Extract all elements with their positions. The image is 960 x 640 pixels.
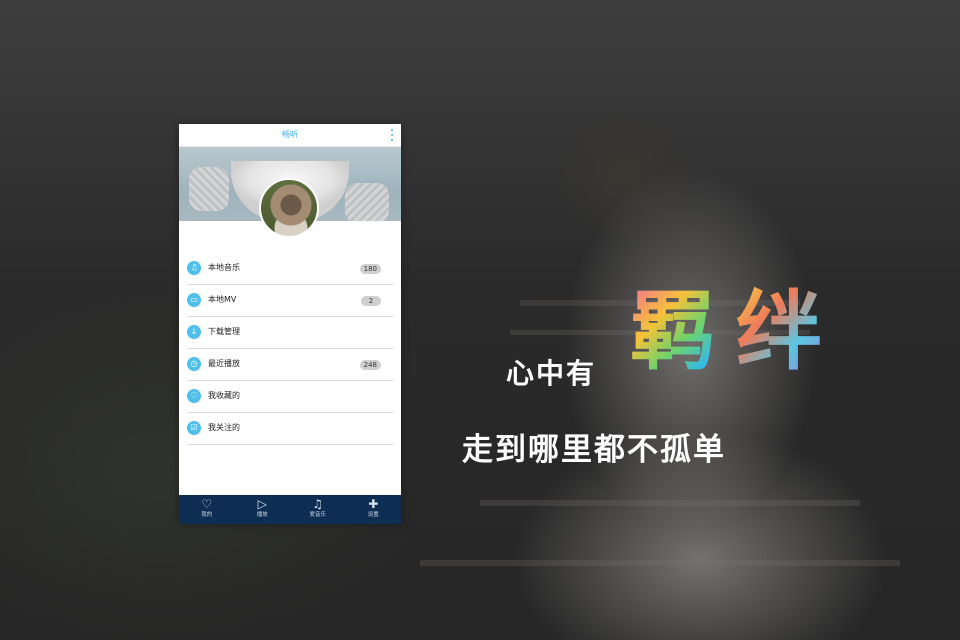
menu-item-label: 下载管理 [208, 327, 240, 336]
phone-screen: 畅听 ♫ 本地音乐 180 ▭ 本地MV 2 ↓ 下载管理 ◷ 最近播放 248 ♡ 我收藏的 ☑ 我关注的… [179, 124, 401, 524]
puzzle-icon: ✚ [368, 497, 379, 511]
blanket-stripe [420, 560, 900, 566]
tab-3[interactable]: ✚ 设置 [346, 495, 402, 524]
menu-item[interactable]: ♡ 我收藏的 [187, 382, 393, 413]
menu-item-label: 本地MV [208, 295, 237, 304]
checklist-icon: ☑ [187, 421, 201, 435]
count-badge: 248 [359, 360, 381, 370]
tab-label: 播放 [256, 512, 268, 518]
tab-2[interactable]: ♫ 爱音乐 [290, 495, 346, 524]
clock-icon: ◷ [187, 357, 201, 371]
menu-item[interactable]: ▭ 本地MV 2 [187, 286, 393, 317]
menu-item[interactable]: ↓ 下载管理 [187, 318, 393, 349]
video-icon: ▭ [187, 293, 201, 307]
menu-item-label: 最近播放 [208, 359, 240, 368]
slogan-line1: 心中有 [506, 357, 597, 390]
menu-item-label: 我关注的 [208, 423, 240, 432]
tab-label: 爱音乐 [309, 512, 326, 518]
play-icon: ▷ [257, 497, 267, 511]
count-badge: 180 [359, 264, 381, 274]
tab-0[interactable]: ♡ 我的 [179, 495, 235, 524]
slogan-art-glyph: 羁 [630, 281, 716, 382]
heart-outline-icon: ♡ [201, 497, 213, 511]
count-badge: 2 [361, 296, 381, 306]
banner-decor [189, 167, 229, 211]
slogan-art-glyph: 绊 [736, 281, 822, 382]
app-header: 畅听 [179, 124, 401, 147]
music-note-icon: ♫ [312, 497, 324, 511]
more-vertical-icon[interactable] [390, 129, 394, 141]
menu-list: ♫ 本地音乐 180 ▭ 本地MV 2 ↓ 下载管理 ◷ 最近播放 248 ♡ 我收藏的 ☑ 我关注的 [187, 254, 393, 446]
menu-item-label: 本地音乐 [208, 263, 240, 272]
slogan-art: 羁 绊 [630, 282, 840, 392]
tab-label: 设置 [367, 512, 379, 518]
bottom-tab-bar: ♡ 我的 ▷ 播放 ♫ 爱音乐 ✚ 设置 [179, 495, 401, 524]
slogan-line2: 走到哪里都不孤单 [462, 432, 726, 468]
banner-decor [345, 183, 389, 221]
download-icon: ↓ [187, 325, 201, 339]
menu-item[interactable]: ◷ 最近播放 248 [187, 350, 393, 381]
app-title: 畅听 [282, 130, 298, 139]
menu-item-label: 我收藏的 [208, 391, 240, 400]
heart-icon: ♡ [187, 389, 201, 403]
blanket-stripe [480, 500, 860, 506]
tab-label: 我的 [201, 512, 213, 518]
menu-item[interactable]: ☑ 我关注的 [187, 414, 393, 445]
music-note-icon: ♫ [187, 261, 201, 275]
tab-1[interactable]: ▷ 播放 [235, 495, 291, 524]
avatar[interactable] [259, 178, 319, 238]
menu-item[interactable]: ♫ 本地音乐 180 [187, 254, 393, 285]
